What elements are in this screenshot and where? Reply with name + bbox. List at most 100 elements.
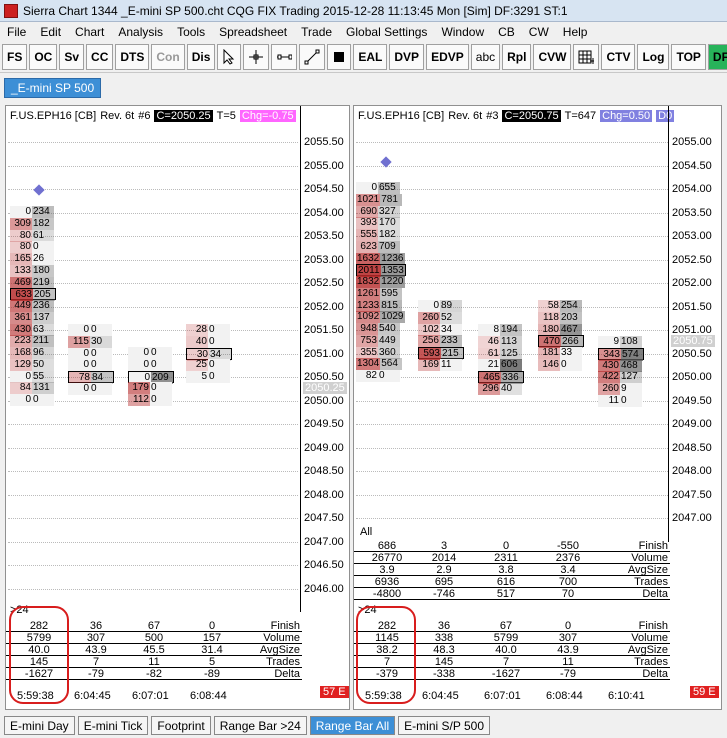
rectangle-icon[interactable] <box>327 43 352 70</box>
footprint-row: 8 194 <box>478 324 522 336</box>
ask-volume: 540 <box>378 323 400 335</box>
df-button[interactable]: DF <box>707 43 727 70</box>
stats-cell: -82 <box>146 668 162 680</box>
dis-button[interactable]: Dis <box>186 43 216 70</box>
ask-volume: 1029 <box>380 311 405 324</box>
price-label: 2049.50 <box>304 418 344 430</box>
ask-volume: 0 <box>32 394 54 406</box>
dvp-button[interactable]: DVP <box>389 43 425 70</box>
ask-volume: 0 <box>208 335 230 348</box>
tab-range-bar-all[interactable]: Range Bar All <box>309 716 396 735</box>
ask-volume: 360 <box>378 346 400 359</box>
cc-button[interactable]: CC <box>86 43 114 70</box>
ask-volume: 170 <box>378 217 400 230</box>
grid-line <box>8 494 298 496</box>
price-label: 2047.50 <box>672 488 712 501</box>
menu-cw[interactable]: CW <box>522 25 556 39</box>
ask-volume: 63 <box>32 323 54 336</box>
log-button[interactable]: Log <box>637 43 670 70</box>
footprint-row: 00 <box>68 347 112 360</box>
menu-cb[interactable]: CB <box>491 25 522 39</box>
footprint-row: 28 0 <box>186 324 230 336</box>
stats-row-label: Delta <box>642 588 668 600</box>
text-tool-button[interactable]: abc <box>470 43 501 70</box>
grid-line <box>356 142 668 143</box>
menu-file[interactable]: File <box>0 25 33 39</box>
rpl-button[interactable]: Rpl <box>502 43 532 70</box>
stats-row-label: Trades <box>634 576 668 588</box>
cvw-button[interactable]: CVW <box>533 43 572 70</box>
tab-range-bar-24[interactable]: Range Bar >24 <box>213 716 307 735</box>
menu-analysis[interactable]: Analysis <box>111 25 170 39</box>
sv-button[interactable]: Sv <box>59 43 85 70</box>
menu-global-settings[interactable]: Global Settings <box>339 25 434 39</box>
fs-button[interactable]: FS <box>2 43 28 70</box>
symbol-label: F.US.EPH16 [CB] <box>358 110 445 122</box>
grid-icon[interactable] <box>573 43 600 70</box>
bid-volume: 40 <box>186 335 208 348</box>
menu-chart[interactable]: Chart <box>68 25 111 39</box>
bid-volume: 21 <box>478 359 500 372</box>
time-label: 6:07:01 <box>484 690 521 702</box>
chartbook-bottom-tabs: E-mini Day E-mini Tick Footprint Range B… <box>0 713 727 738</box>
ask-volume: 52 <box>440 311 462 324</box>
menu-spreadsheet[interactable]: Spreadsheet <box>212 25 294 39</box>
oc-button[interactable]: OC <box>29 43 58 70</box>
footprint-row: 168 96 <box>10 347 54 359</box>
all-stats-label: All <box>360 526 373 538</box>
menu-trade[interactable]: Trade <box>294 25 339 39</box>
stats-row: 3.9 2.9 3.8 3.4 AvgSize <box>354 564 670 576</box>
tab-emini-tick[interactable]: E-mini Tick <box>77 716 149 735</box>
top-button[interactable]: TOP <box>671 43 706 70</box>
footprint-row: 61 125 <box>478 347 522 360</box>
highlight-ring <box>9 606 69 704</box>
bid-volume: 115 <box>68 335 90 348</box>
footprint-row: 361 137 <box>10 311 54 324</box>
pointer-icon[interactable] <box>217 43 242 70</box>
grid-line <box>8 518 298 519</box>
footprint-row: 1092 1029 <box>356 311 405 324</box>
tab-footprint[interactable]: Footprint <box>151 716 211 735</box>
line-tool-icon[interactable] <box>299 43 326 70</box>
footprint-row: 180 467 <box>538 323 582 336</box>
stats-cell: 67 <box>499 620 513 632</box>
stats-row-label: Finish <box>638 540 668 552</box>
footprint-row: 469 219 <box>10 276 54 289</box>
menu-edit[interactable]: Edit <box>33 25 68 39</box>
bid-volume: 84 <box>10 382 32 395</box>
bid-volume: 0 <box>10 394 32 406</box>
bid-volume: 1304 <box>356 358 381 371</box>
menu-window[interactable]: Window <box>434 25 491 39</box>
edvp-button[interactable]: EDVP <box>426 43 469 70</box>
ask-volume: 468 <box>620 359 642 372</box>
bid-volume: 0 <box>128 347 150 359</box>
left-chart-panel[interactable]: F.US.EPH16 [CB] Rev. 6t #6 C=2050.25 T=5… <box>5 105 350 710</box>
dts-button[interactable]: DTS <box>115 43 150 70</box>
footprint-row: 0 655 <box>356 182 400 194</box>
bid-volume: 169 <box>418 358 440 371</box>
crosshair-icon[interactable] <box>243 43 270 70</box>
ask-volume: 1236 <box>380 252 405 265</box>
eal-button[interactable]: EAL <box>353 43 388 70</box>
stats-cell: 0 <box>208 620 216 632</box>
stats-cell: -338 <box>432 668 456 680</box>
bid-volume: 82 <box>356 370 378 382</box>
stats-cell: 7 <box>502 656 510 668</box>
ask-volume: 113 <box>500 335 522 348</box>
chart-header: F.US.EPH16 [CB] Rev. 6t #6 C=2050.25 T=5… <box>10 110 296 122</box>
bid-volume: 133 <box>10 264 32 277</box>
tab-emini-day[interactable]: E-mini Day <box>4 716 75 735</box>
menu-help[interactable]: Help <box>556 25 595 39</box>
menu-tools[interactable]: Tools <box>170 25 212 39</box>
footprint-row: 115 30 <box>68 335 112 348</box>
tab-emini-sp500[interactable]: E-mini S/P 500 <box>398 716 490 735</box>
footprint-row: 430 468 <box>598 359 642 372</box>
stats-cell: 307 <box>558 632 578 644</box>
price-label: 2055.00 <box>304 159 344 172</box>
chartbook-tab[interactable]: _E-mini SP 500 <box>4 78 102 98</box>
horizontal-line-icon[interactable] <box>271 43 298 70</box>
bid-volume: 309 <box>10 217 32 230</box>
ctv-button[interactable]: CTV <box>601 43 636 70</box>
right-chart-panel[interactable]: F.US.EPH16 [CB] Rev. 6t #3 C=2050.75 T=6… <box>353 105 722 710</box>
con-button[interactable]: Con <box>151 43 185 70</box>
